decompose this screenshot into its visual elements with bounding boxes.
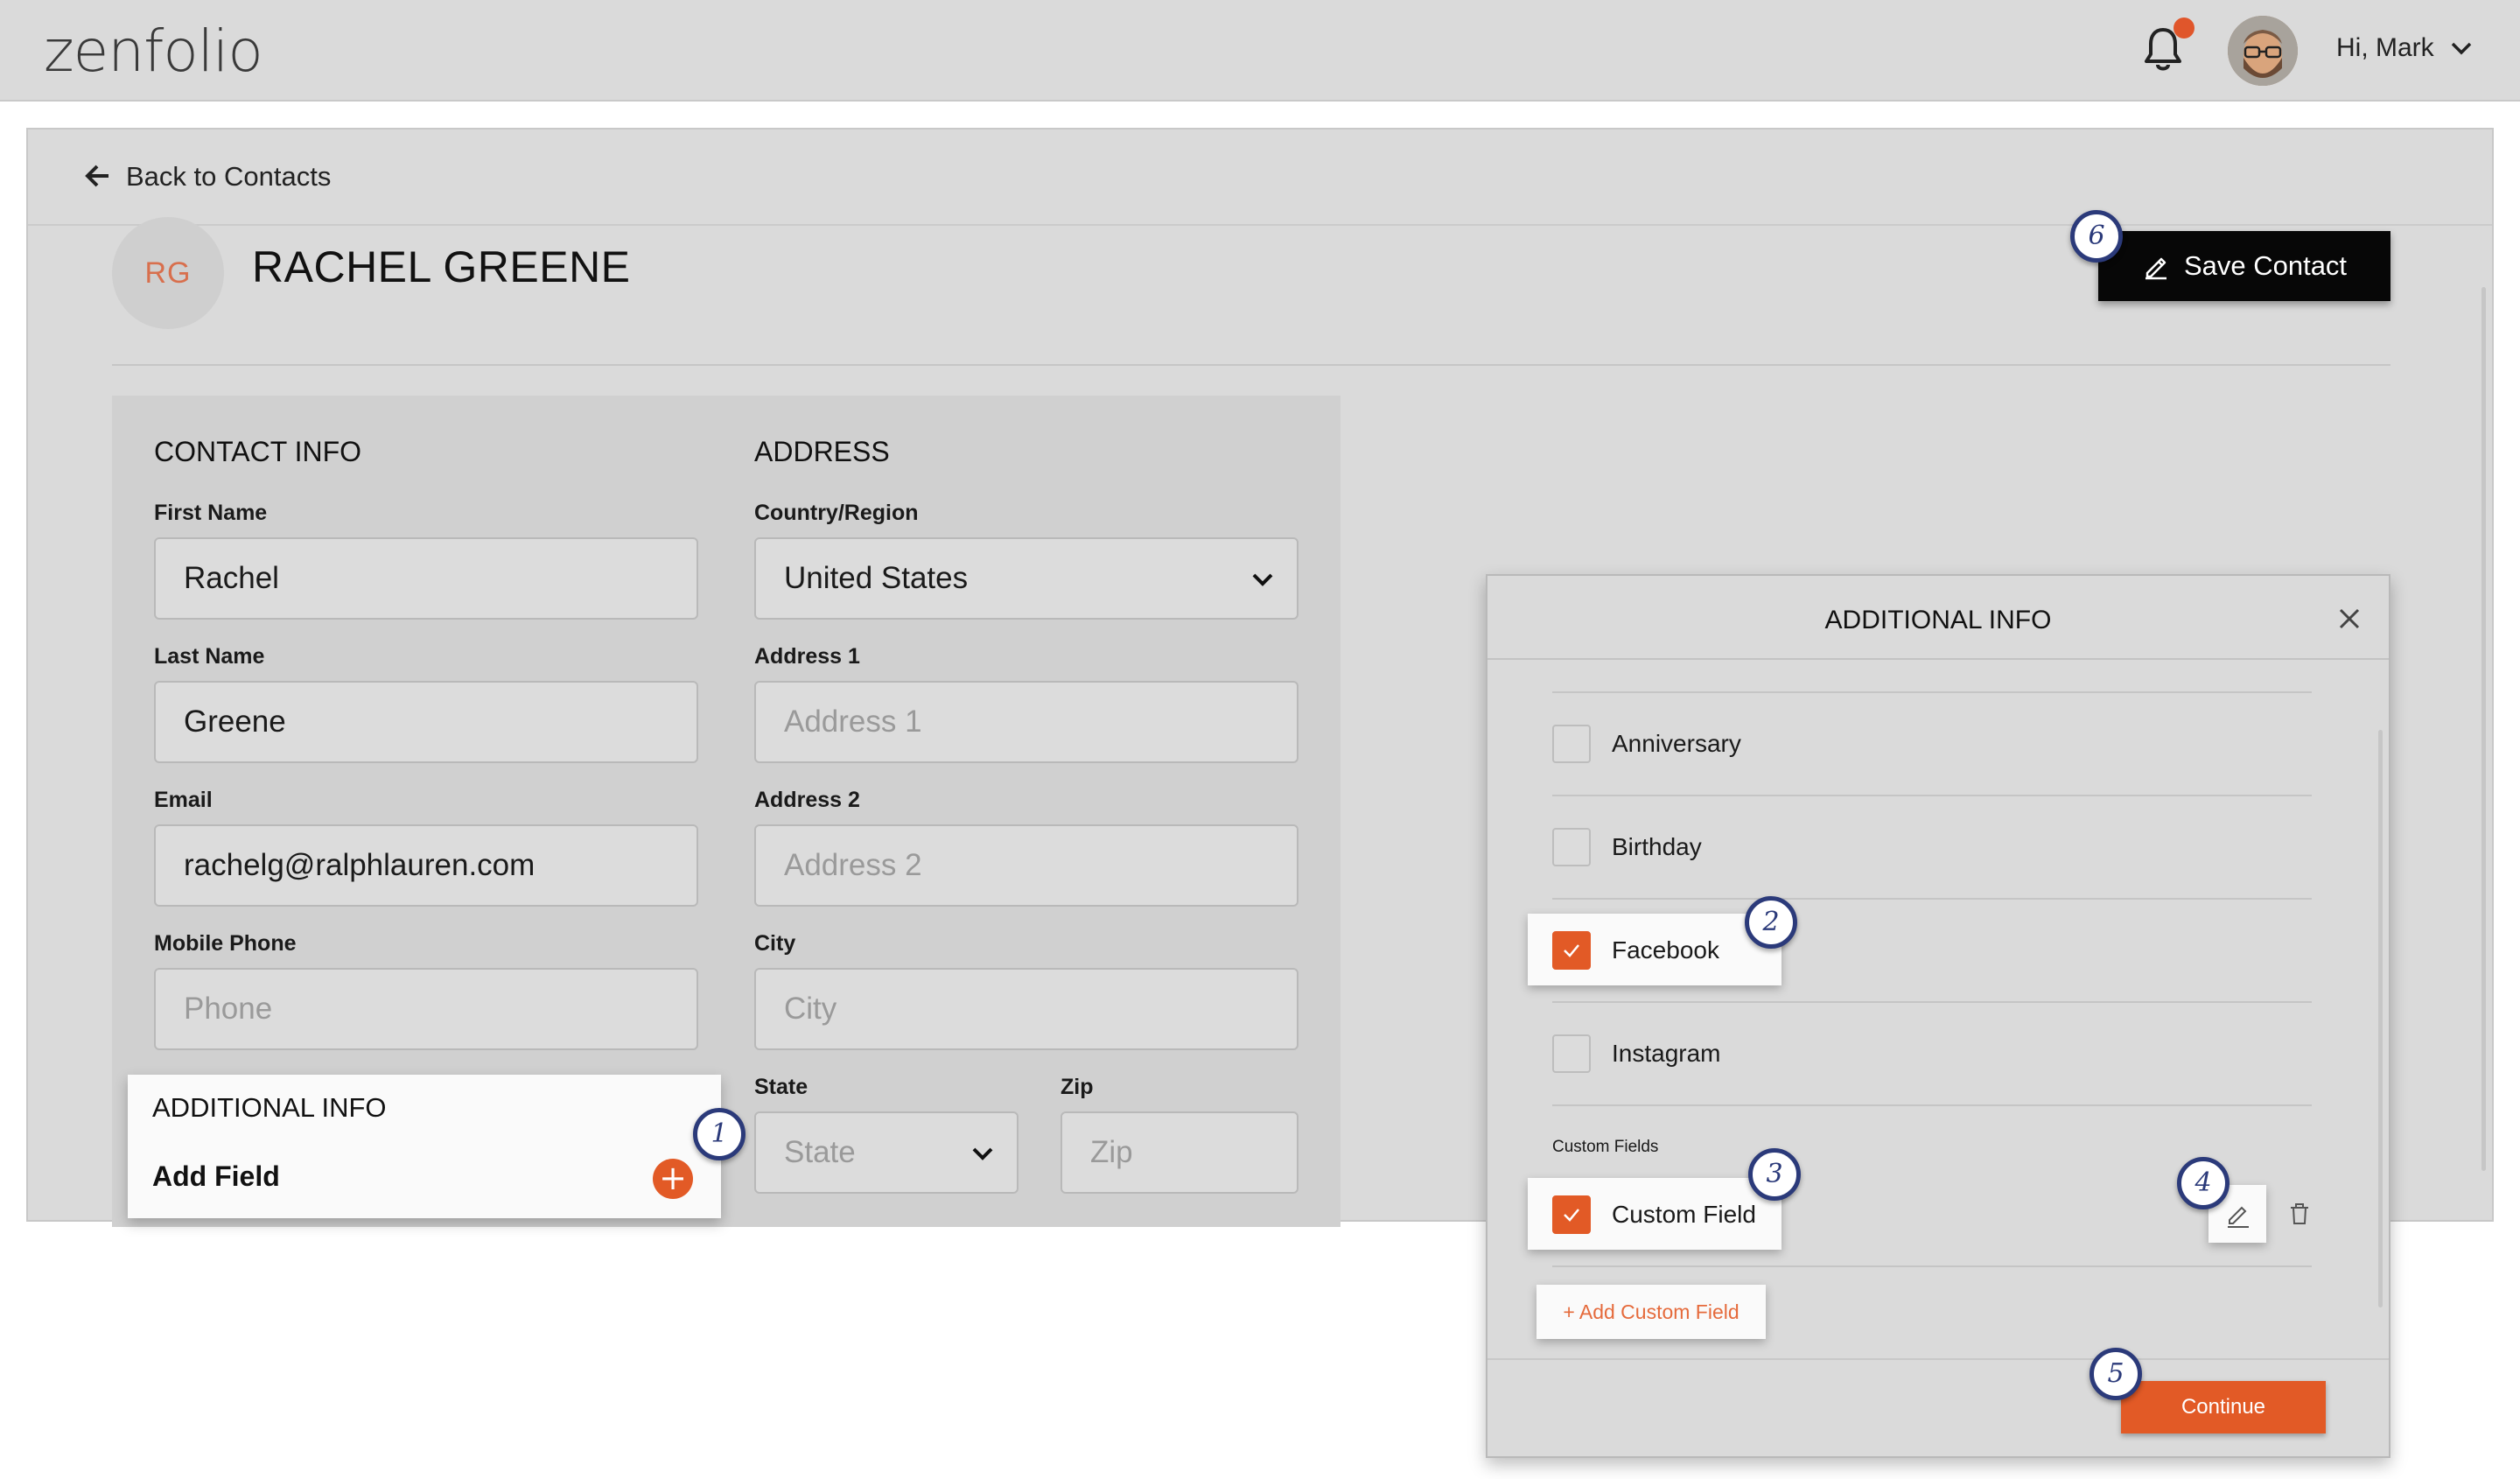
zip-label: Zip xyxy=(1060,1075,1094,1099)
add-custom-field-button[interactable]: + Add Custom Field xyxy=(1536,1285,1766,1339)
additional-info-section: ADDITIONAL INFO Add Field + xyxy=(128,1075,721,1218)
custom-field-checkbox[interactable] xyxy=(1552,1195,1591,1234)
option-divider xyxy=(1552,795,2312,796)
modal-header: ADDITIONAL INFO xyxy=(1488,576,2389,660)
city-field[interactable]: City xyxy=(754,968,1298,1050)
modal-footer-divider xyxy=(1488,1358,2389,1360)
facebook-checkbox[interactable] xyxy=(1552,931,1591,970)
zip-field[interactable]: Zip xyxy=(1060,1111,1298,1194)
contact-name: RACHEL GREENE xyxy=(252,242,631,291)
mobile-phone-field[interactable]: Phone xyxy=(154,968,698,1050)
page-scrollbar[interactable] xyxy=(2482,287,2486,1171)
step-badge-1: 1 xyxy=(693,1108,746,1160)
contact-info-title: CONTACT INFO xyxy=(154,436,362,467)
last-name-label: Last Name xyxy=(154,644,265,669)
check-icon xyxy=(1564,1209,1579,1222)
custom-field-label: Custom Field xyxy=(1612,1201,1756,1228)
back-to-contacts-link[interactable]: Back to Contacts xyxy=(126,161,331,193)
address1-label: Address 1 xyxy=(754,644,860,669)
address1-field[interactable]: Address 1 xyxy=(754,681,1298,763)
country-value: United States xyxy=(784,561,969,595)
user-greeting[interactable]: Hi, Mark xyxy=(2336,33,2434,63)
step-badge-5: 5 xyxy=(2090,1348,2142,1400)
pencil-icon xyxy=(2145,257,2166,280)
modal-title: ADDITIONAL INFO xyxy=(1824,606,2052,634)
first-name-label: First Name xyxy=(154,501,268,525)
state-select[interactable]: State xyxy=(754,1111,1018,1194)
additional-info-modal: ADDITIONAL INFO Anniversary Birthday Fac… xyxy=(1486,574,2390,1458)
option-divider xyxy=(1552,691,2312,693)
state-label: State xyxy=(754,1075,808,1099)
zenfolio-logo[interactable]: zenfolio xyxy=(44,18,263,85)
city-label: City xyxy=(754,931,796,956)
last-name-field[interactable]: Greene xyxy=(154,681,698,763)
top-bar: zenfolio Hi, Mark xyxy=(0,0,2520,102)
address2-label: Address 2 xyxy=(754,788,860,812)
instagram-label: Instagram xyxy=(1612,1040,1721,1067)
trash-icon[interactable] xyxy=(2272,1187,2328,1243)
instagram-checkbox[interactable] xyxy=(1552,1034,1591,1073)
address2-field[interactable]: Address 2 xyxy=(754,824,1298,907)
chevron-down-icon xyxy=(1252,573,1273,586)
back-bar: Back to Contacts xyxy=(28,130,2492,226)
add-field-plus-button[interactable]: + xyxy=(653,1159,693,1199)
arrow-left-icon[interactable] xyxy=(84,163,112,189)
birthday-checkbox[interactable] xyxy=(1552,828,1591,866)
option-divider xyxy=(1552,898,2312,900)
email-label: Email xyxy=(154,788,213,812)
mobile-phone-label: Mobile Phone xyxy=(154,931,297,956)
add-field-label[interactable]: Add Field xyxy=(152,1160,280,1193)
step-badge-2: 2 xyxy=(1745,896,1797,949)
check-icon xyxy=(1564,944,1579,957)
option-divider xyxy=(1552,1265,2312,1267)
chevron-down-icon[interactable] xyxy=(2450,39,2473,58)
notification-dot xyxy=(2174,18,2194,39)
facebook-label: Facebook xyxy=(1612,936,1719,964)
contact-avatar: RG xyxy=(112,217,224,329)
custom-fields-title: Custom Fields xyxy=(1552,1138,1659,1156)
anniversary-checkbox[interactable] xyxy=(1552,725,1591,763)
address-title: ADDRESS xyxy=(754,436,890,467)
state-value: State xyxy=(784,1135,856,1169)
step-badge-4: 4 xyxy=(2177,1157,2230,1209)
header-divider xyxy=(112,364,2390,366)
save-contact-button[interactable]: Save Contact xyxy=(2098,231,2390,301)
user-avatar[interactable] xyxy=(2228,16,2298,86)
option-divider xyxy=(1552,1001,2312,1003)
option-divider xyxy=(1552,1104,2312,1106)
chevron-down-icon xyxy=(972,1147,993,1160)
step-badge-6: 6 xyxy=(2070,210,2123,263)
step-badge-3: 3 xyxy=(1748,1148,1801,1201)
save-contact-label: Save Contact xyxy=(2183,250,2348,281)
country-label: Country/Region xyxy=(754,501,919,525)
close-icon[interactable] xyxy=(2338,607,2361,630)
additional-info-title: ADDITIONAL INFO xyxy=(152,1092,387,1123)
modal-scrollbar[interactable] xyxy=(2378,730,2383,1307)
birthday-label: Birthday xyxy=(1612,833,1702,860)
first-name-field[interactable]: Rachel xyxy=(154,537,698,620)
country-select[interactable]: United States xyxy=(754,537,1298,620)
anniversary-label: Anniversary xyxy=(1612,730,1741,757)
continue-button[interactable]: Continue xyxy=(2121,1381,2326,1433)
email-field[interactable]: rachelg@ralphlauren.com xyxy=(154,824,698,907)
